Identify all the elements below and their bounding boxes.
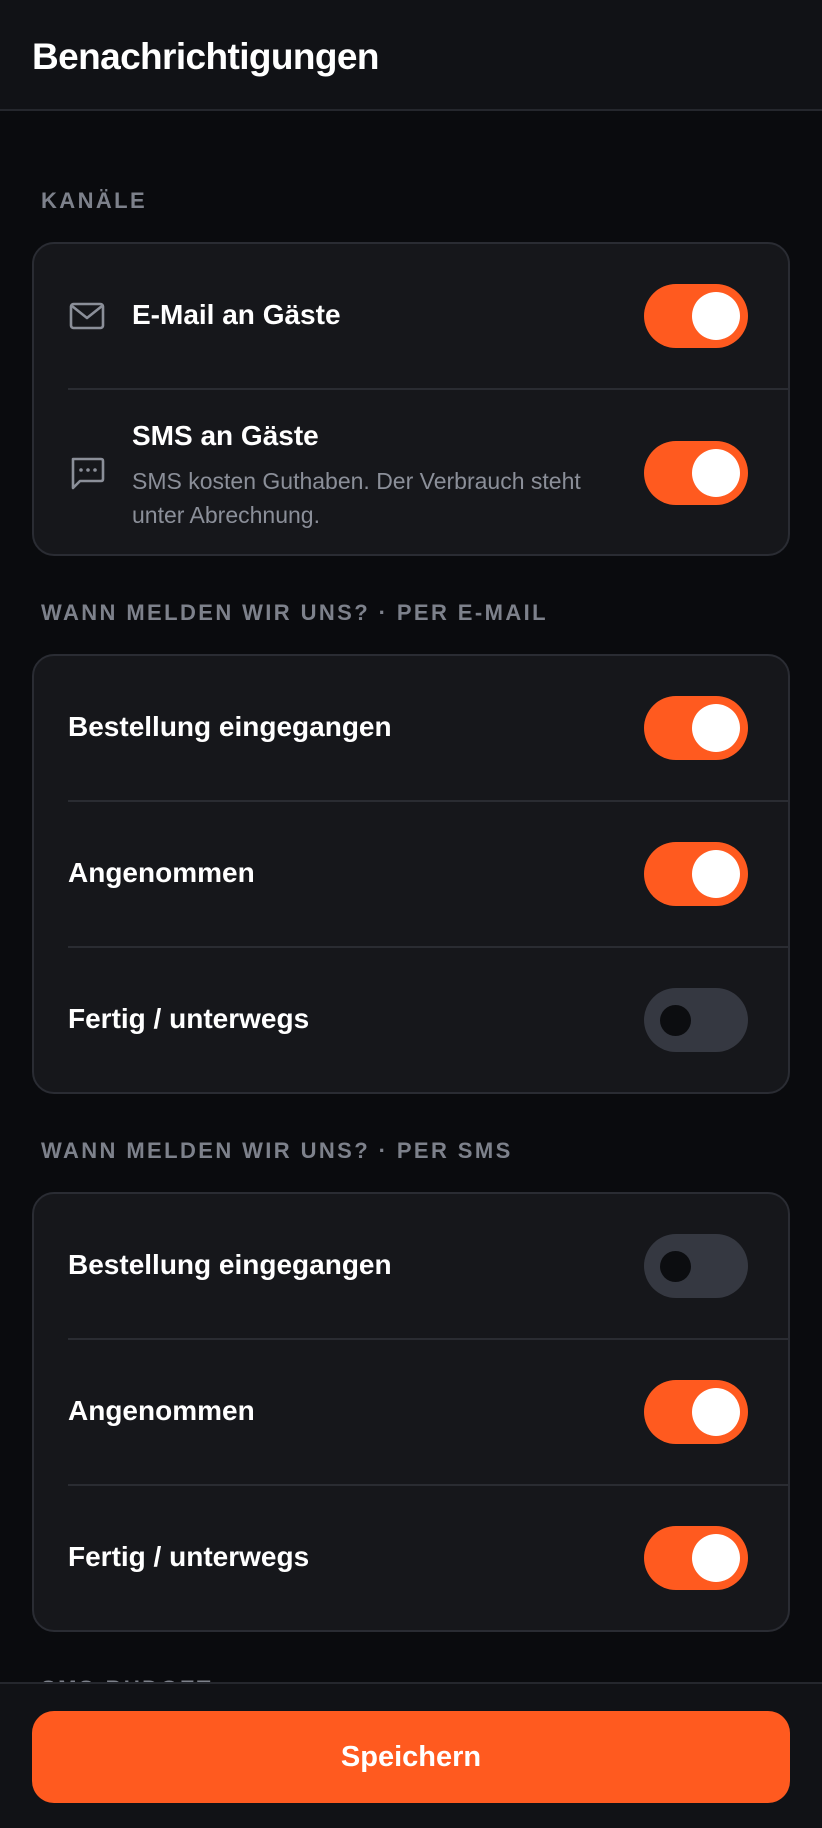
section-label-channels: Kanäle <box>41 188 148 213</box>
message-icon <box>71 457 105 490</box>
sms-event-row: Angenommen <box>34 1340 788 1484</box>
channel-email-title: E-Mail an Gäste <box>132 299 341 330</box>
sms-accepted-toggle[interactable] <box>644 1380 748 1444</box>
channel-row-sms: SMS an Gäste SMS kosten Guthaben. Der Ve… <box>34 390 788 554</box>
toggle-knob <box>692 704 740 752</box>
sms-event-row: Bestellung eingegangen <box>34 1194 788 1338</box>
email-events-card: Bestellung eingegangen Angenommen Fertig… <box>32 654 790 1094</box>
notifications-screen: Benachrichtigungen Kanäle E-Mail an Gäst… <box>0 0 822 1828</box>
section-label-email-events: Wann melden wir uns? · per E-Mail <box>41 600 548 625</box>
sms-events-card: Bestellung eingegangen Angenommen Fertig… <box>32 1192 790 1632</box>
footer-bar: Speichern <box>0 1682 822 1828</box>
sms-channel-toggle[interactable] <box>644 441 748 505</box>
email-channel-toggle[interactable] <box>644 284 748 348</box>
toggle-knob <box>660 1251 691 1282</box>
toggle-knob <box>692 1388 740 1436</box>
event-title: Angenommen <box>68 1395 255 1426</box>
app-header: Benachrichtigungen <box>0 0 822 111</box>
sms-ready-toggle[interactable] <box>644 1526 748 1590</box>
channels-card: E-Mail an Gäste SMS an Gäste SMS kosten … <box>32 242 790 556</box>
event-title: Bestellung eingegangen <box>68 711 392 742</box>
email-order-received-toggle[interactable] <box>644 696 748 760</box>
email-event-row: Angenommen <box>34 802 788 946</box>
toggle-knob <box>692 292 740 340</box>
mail-icon <box>69 302 105 330</box>
event-title: Fertig / unterwegs <box>68 1003 310 1034</box>
toggle-knob <box>692 449 740 497</box>
toggle-knob <box>692 850 740 898</box>
event-title: Bestellung eingegangen <box>68 1249 392 1280</box>
channel-sms-title: SMS an Gäste <box>132 420 319 451</box>
email-ready-toggle[interactable] <box>644 988 748 1052</box>
sms-order-received-toggle[interactable] <box>644 1234 748 1298</box>
event-title: Angenommen <box>68 857 255 888</box>
sms-event-row: Fertig / unterwegs <box>34 1486 788 1630</box>
section-label-sms-events: Wann melden wir uns? · per SMS <box>41 1138 513 1163</box>
subtitle-line: SMS kosten Guthaben. Der Verbrauch steht <box>132 468 581 494</box>
channel-row-email: E-Mail an Gäste <box>34 244 788 388</box>
save-button[interactable]: Speichern <box>32 1711 790 1803</box>
toggle-knob <box>660 1005 691 1036</box>
channel-sms-subtitle: SMS kosten Guthaben. Der Verbrauch steht… <box>132 464 632 532</box>
event-title: Fertig / unterwegs <box>68 1541 310 1572</box>
email-event-row: Fertig / unterwegs <box>34 948 788 1092</box>
subtitle-line: unter Abrechnung. <box>132 502 320 528</box>
toggle-knob <box>692 1534 740 1582</box>
email-event-row: Bestellung eingegangen <box>34 656 788 800</box>
page-title: Benachrichtigungen <box>32 36 380 77</box>
email-accepted-toggle[interactable] <box>644 842 748 906</box>
